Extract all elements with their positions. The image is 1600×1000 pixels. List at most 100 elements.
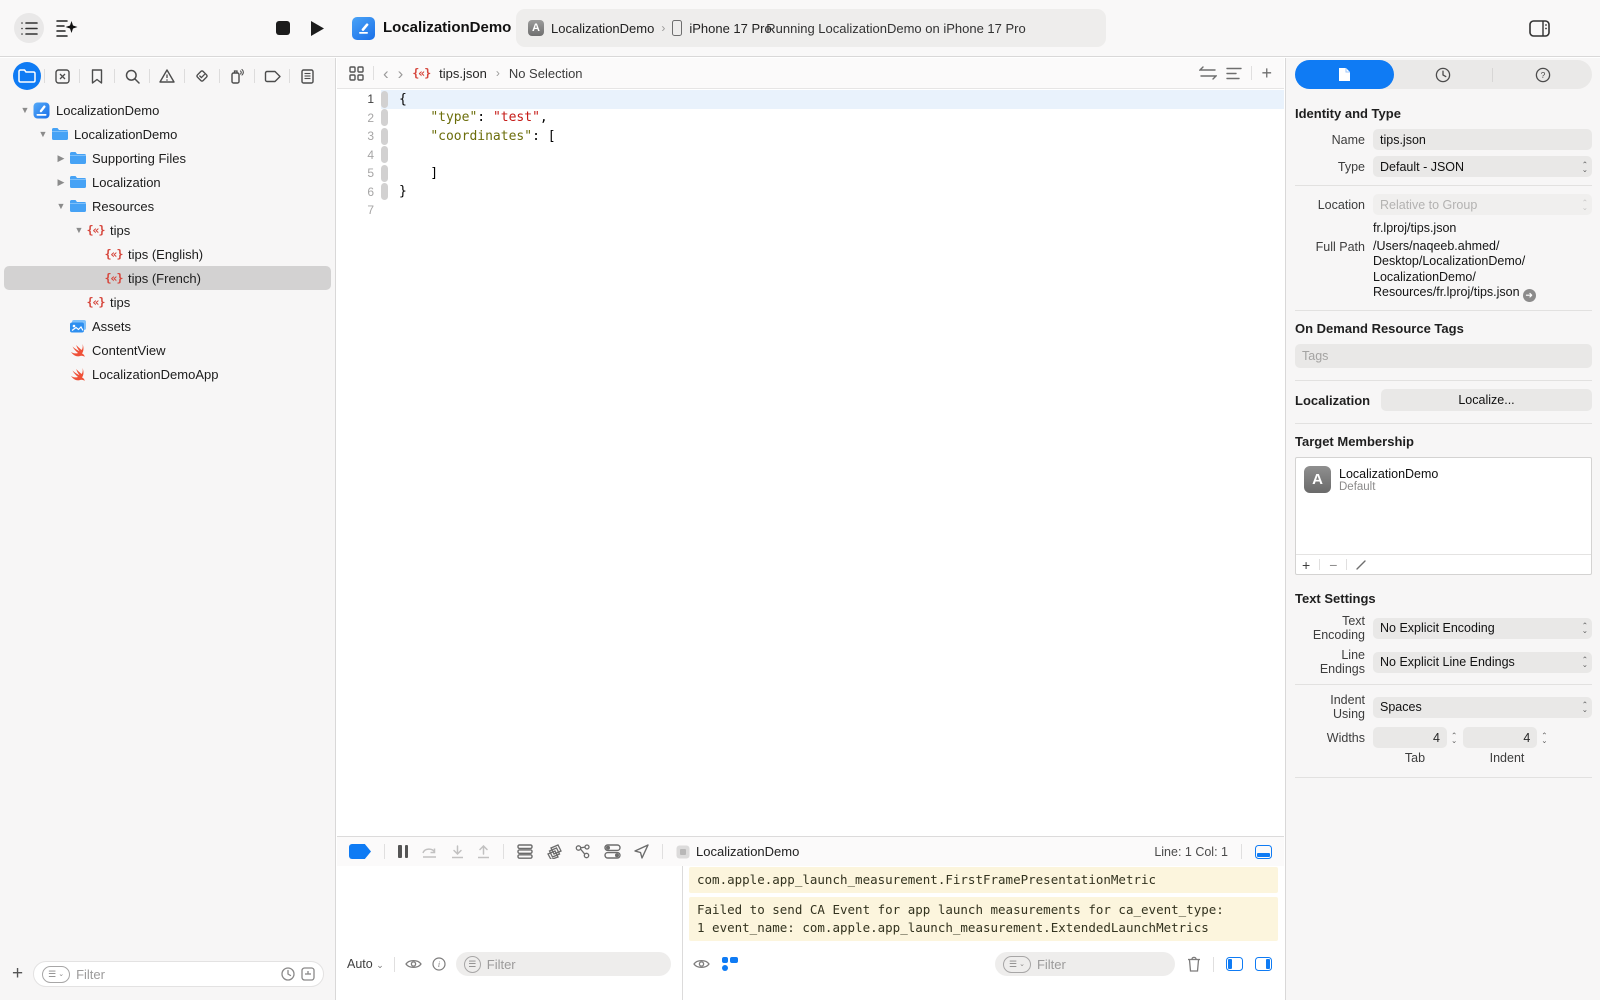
- tree-item-assets[interactable]: Assets: [4, 314, 331, 338]
- tree-item-localizationdemo[interactable]: ▼LocalizationDemo: [4, 122, 331, 146]
- type-dropdown[interactable]: Default - JSON⌃⌄: [1373, 156, 1592, 177]
- add-file-button[interactable]: +: [12, 963, 23, 985]
- code-editor[interactable]: 1{2 "type": "test",3 "coordinates": [ 4 5 …: [337, 90, 1284, 836]
- disclosure-closed-icon[interactable]: ▶: [54, 177, 68, 188]
- console-mode-icon[interactable]: [722, 957, 738, 971]
- minimap-icon[interactable]: [1226, 67, 1242, 80]
- tree-item-resources[interactable]: ▼Resources: [4, 194, 331, 218]
- disclosure-open-icon[interactable]: ▼: [72, 225, 86, 235]
- code-review-icon[interactable]: [1199, 66, 1217, 80]
- quick-help-inspector-tab[interactable]: ?: [1493, 60, 1592, 89]
- code-line-7[interactable]: 7: [337, 201, 1284, 220]
- scope-selector[interactable]: Auto ⌄: [347, 957, 384, 971]
- tree-item-tips[interactable]: ▼{«}tips: [4, 218, 331, 242]
- tree-item-tips-french-[interactable]: {«}tips (French): [4, 266, 331, 290]
- debug-tab[interactable]: [220, 62, 254, 90]
- file-inspector-tab[interactable]: [1295, 60, 1394, 89]
- step-into-icon[interactable]: [451, 845, 464, 859]
- breakpoints-tab[interactable]: [255, 62, 289, 90]
- code-line-4[interactable]: 4: [337, 146, 1284, 165]
- left-panel-toggle-icon[interactable]: [1226, 957, 1243, 971]
- simulate-location-icon[interactable]: [634, 844, 649, 859]
- tree-item-localization[interactable]: ▶Localization: [4, 170, 331, 194]
- target-row[interactable]: A LocalizationDemo Default: [1296, 458, 1591, 501]
- line-number[interactable]: 6: [337, 185, 381, 199]
- remove-target-button[interactable]: −: [1329, 557, 1337, 573]
- bookmarks-tab[interactable]: [80, 62, 114, 90]
- tab-width-field[interactable]: 4: [1373, 727, 1447, 748]
- recent-files-icon[interactable]: [281, 967, 295, 981]
- bottom-panel-icon[interactable]: [1255, 845, 1272, 859]
- breadcrumb-selection[interactable]: No Selection: [509, 66, 583, 81]
- code-line-2[interactable]: 2 "type": "test",: [337, 109, 1284, 128]
- network-graph-icon[interactable]: [575, 844, 591, 859]
- tree-item-contentview[interactable]: ContentView: [4, 338, 331, 362]
- location-dropdown[interactable]: Relative to Group⌃⌄: [1373, 194, 1592, 215]
- variables-pane[interactable]: Auto ⌄ i ☰ Filter: [337, 866, 681, 1000]
- tree-item-supporting-files[interactable]: ▶Supporting Files: [4, 146, 331, 170]
- tab-width-stepper[interactable]: ⌃⌄: [1451, 733, 1457, 743]
- breakpoints-enabled-icon[interactable]: [349, 844, 371, 859]
- line-number[interactable]: 4: [337, 148, 381, 162]
- open-path-arrow-icon[interactable]: ➜: [1523, 289, 1536, 302]
- process-selector[interactable]: LocalizationDemo: [676, 844, 799, 859]
- breadcrumb-file[interactable]: tips.json: [439, 66, 487, 81]
- tree-item-localizationdemo[interactable]: ▼LocalizationDemo: [4, 98, 331, 122]
- navigator-filter-input[interactable]: ☰⌄ Filter: [33, 961, 324, 987]
- edit-target-icon[interactable]: [1356, 559, 1367, 570]
- right-panel-toggle-icon[interactable]: [1255, 957, 1272, 971]
- stop-icon[interactable]: [268, 13, 298, 43]
- line-number[interactable]: 2: [337, 111, 381, 125]
- step-over-icon[interactable]: [421, 845, 438, 859]
- disclosure-open-icon[interactable]: ▼: [36, 129, 50, 139]
- line-endings-dropdown[interactable]: No Explicit Line Endings⌃⌄: [1373, 652, 1592, 673]
- disclosure-open-icon[interactable]: ▼: [54, 201, 68, 211]
- sidebar-toggle-icon[interactable]: [14, 13, 44, 43]
- tests-tab[interactable]: [185, 62, 219, 90]
- source-control-tab[interactable]: [45, 62, 79, 90]
- code-line-1[interactable]: 1{: [337, 90, 1284, 109]
- indent-width-stepper[interactable]: ⌃⌄: [1541, 733, 1547, 743]
- issues-tab[interactable]: [150, 62, 184, 90]
- eye-icon[interactable]: [693, 958, 710, 970]
- line-number[interactable]: 3: [337, 129, 381, 143]
- code-line-3[interactable]: 3 "coordinates": [: [337, 127, 1284, 146]
- info-icon[interactable]: i: [432, 957, 446, 971]
- line-number[interactable]: 5: [337, 166, 381, 180]
- code-line-6[interactable]: 6}: [337, 183, 1284, 202]
- ai-compose-icon[interactable]: [52, 13, 82, 43]
- forward-icon[interactable]: ›: [398, 65, 404, 82]
- line-number[interactable]: 1: [337, 92, 381, 106]
- tree-item-tips[interactable]: {«}tips: [4, 290, 331, 314]
- text-encoding-dropdown[interactable]: No Explicit Encoding⌃⌄: [1373, 618, 1592, 639]
- target-membership-list[interactable]: A LocalizationDemo Default + −: [1295, 457, 1592, 575]
- pause-icon[interactable]: [398, 845, 408, 858]
- memory-graph-icon[interactable]: [546, 844, 562, 859]
- find-tab[interactable]: [115, 62, 149, 90]
- run-icon[interactable]: [302, 13, 332, 43]
- inspector-toggle-icon[interactable]: [1524, 13, 1554, 43]
- add-target-button[interactable]: +: [1302, 557, 1310, 573]
- step-out-icon[interactable]: [477, 845, 490, 859]
- view-hierarchy-icon[interactable]: [517, 844, 533, 859]
- project-navigator-tab[interactable]: [10, 62, 44, 90]
- related-items-icon[interactable]: [349, 66, 364, 81]
- console-pane[interactable]: com.apple.app_launch_measurement.FirstFr…: [682, 866, 1284, 1000]
- history-inspector-tab[interactable]: [1394, 60, 1493, 89]
- console-filter-input[interactable]: ☰⌄ Filter: [995, 952, 1175, 976]
- line-number[interactable]: 7: [337, 203, 381, 217]
- tree-item-localizationdemoapp[interactable]: LocalizationDemoApp: [4, 362, 331, 386]
- code-line-5[interactable]: 5 ]: [337, 164, 1284, 183]
- tags-field[interactable]: Tags: [1295, 344, 1592, 368]
- disclosure-closed-icon[interactable]: ▶: [54, 153, 68, 164]
- trash-icon[interactable]: [1187, 956, 1201, 972]
- disclosure-open-icon[interactable]: ▼: [18, 105, 32, 115]
- add-editor-icon[interactable]: +: [1261, 63, 1272, 84]
- name-field[interactable]: tips.json: [1373, 129, 1592, 150]
- reports-tab[interactable]: [290, 62, 324, 90]
- localize-button[interactable]: Localize...: [1381, 389, 1592, 411]
- indent-using-dropdown[interactable]: Spaces⌃⌄: [1373, 697, 1592, 718]
- tree-item-tips-english-[interactable]: {«}tips (English): [4, 242, 331, 266]
- back-icon[interactable]: ‹: [383, 65, 389, 82]
- source-control-filter-icon[interactable]: [301, 967, 315, 981]
